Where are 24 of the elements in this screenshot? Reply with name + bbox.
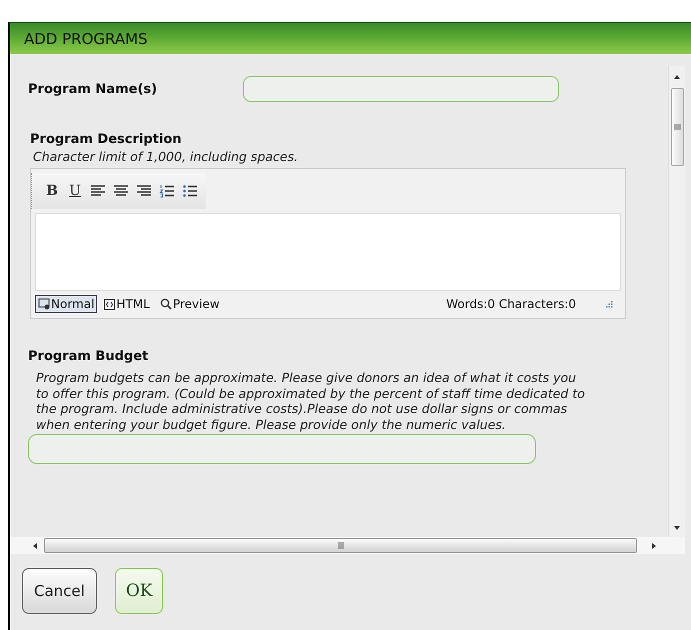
bullet-list-icon[interactable] xyxy=(182,184,198,198)
field-label: Program Name(s) xyxy=(28,82,158,96)
numbered-list-icon[interactable] xyxy=(159,184,175,198)
vertical-scrollbar-thumb[interactable] xyxy=(670,88,684,166)
editor-mode-tab[interactable]: HTML xyxy=(101,295,153,313)
editor-mode-tab[interactable]: Normal xyxy=(35,295,98,313)
dialog-title: ADD PROGRAMS xyxy=(10,23,691,54)
field-hint: Character limit of 1,000, including spaces. xyxy=(33,149,299,165)
resize-grip-icon[interactable] xyxy=(604,300,613,308)
field-hint: Program budgets can be approximate. Please give donors an idea of what it costs you to offer this program. (Could be approximated by the percent of staff time dedicated to the program. Include administrative costs).Please do not use dollar signs or commas when entering your budget figure. Please provide only the numeric values. xyxy=(36,370,586,432)
word-counter: Words:0 Characters:0 xyxy=(446,297,576,311)
bold-button[interactable]: B xyxy=(44,183,60,199)
cancel-button[interactable]: Cancel xyxy=(22,568,97,614)
ok-button[interactable]: OK xyxy=(114,568,164,614)
align-center-icon[interactable] xyxy=(113,184,129,198)
editor-mode-tab[interactable]: Preview xyxy=(156,295,223,313)
align-right-icon[interactable] xyxy=(136,184,152,198)
magnifier-icon xyxy=(160,298,172,310)
code-icon xyxy=(104,298,116,310)
design-mode-icon xyxy=(38,298,50,310)
field-label: Program Budget xyxy=(28,349,150,364)
align-left-icon[interactable] xyxy=(90,184,106,198)
field-label: Program Description xyxy=(30,132,183,147)
underline-button[interactable]: U xyxy=(67,183,83,199)
